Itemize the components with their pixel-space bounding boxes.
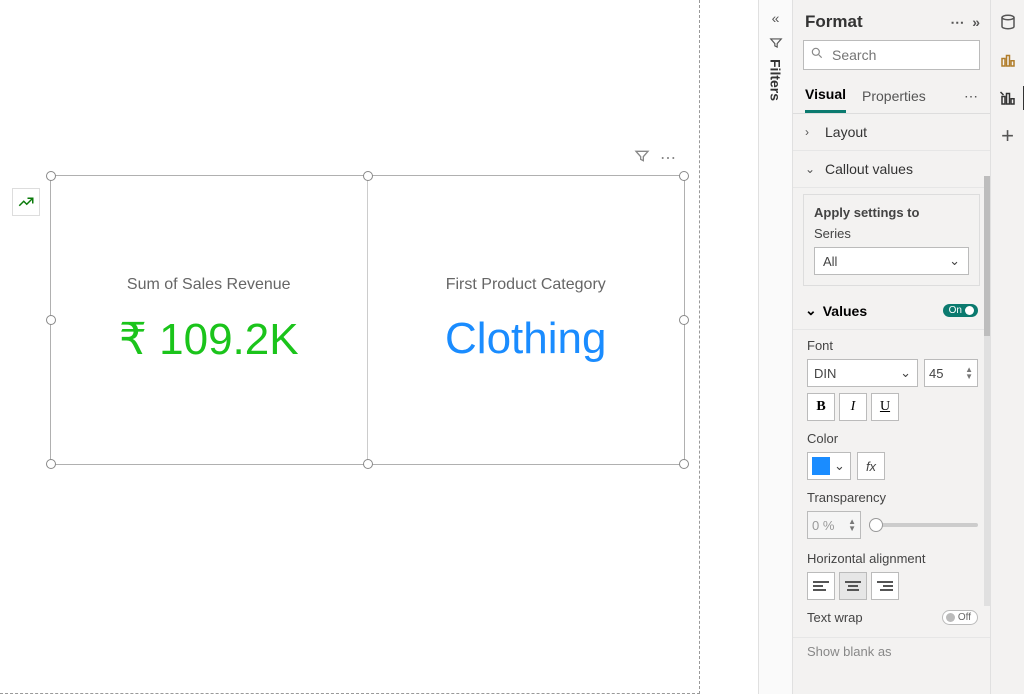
show-blank-label: Show blank as — [793, 638, 990, 665]
filters-label: Filters — [768, 59, 784, 101]
section-callout-values[interactable]: ⌄ Callout values — [793, 151, 990, 188]
resize-handle[interactable] — [46, 171, 56, 181]
apply-settings-label: Apply settings to — [814, 205, 969, 220]
report-canvas[interactable]: ⋯ Sum of Sales Revenue ₹ 109.2K First Pr… — [0, 0, 700, 694]
font-size-stepper[interactable]: 45 ▲▼ — [924, 359, 978, 387]
resize-handle[interactable] — [363, 459, 373, 469]
more-options-icon[interactable]: ⋯ — [660, 148, 676, 169]
values-toggle[interactable]: On — [943, 304, 978, 317]
card-right: First Product Category Clothing — [368, 176, 685, 464]
filter-icon[interactable] — [634, 148, 650, 169]
conditional-formatting-button[interactable]: fx — [857, 452, 885, 480]
collapse-format-icon[interactable]: » — [972, 14, 980, 30]
format-search-input[interactable] — [803, 40, 980, 70]
slider-thumb[interactable] — [869, 518, 883, 532]
format-title: Format — [805, 12, 863, 32]
chevron-down-icon: ⌄ — [834, 458, 845, 474]
right-icon-rail: + — [990, 0, 1024, 694]
font-size-value: 45 — [929, 366, 943, 381]
series-dropdown[interactable]: All ⌄ — [814, 247, 969, 275]
resize-handle[interactable] — [363, 171, 373, 181]
card-right-title: First Product Category — [446, 276, 606, 294]
section-layout[interactable]: › Layout — [793, 114, 990, 151]
transparency-label: Transparency — [807, 490, 978, 505]
transparency-input[interactable]: 0 % ▲▼ — [807, 511, 861, 539]
chevron-down-icon: ⌄ — [805, 162, 819, 176]
align-left-button[interactable] — [807, 572, 835, 600]
color-swatch — [812, 457, 830, 475]
format-search — [803, 40, 980, 70]
card-visual-selected[interactable]: ⋯ Sum of Sales Revenue ₹ 109.2K First Pr… — [50, 175, 685, 465]
data-pane-icon[interactable] — [996, 10, 1020, 34]
tabs-more-icon[interactable]: ⋯ — [964, 88, 978, 105]
transparency-slider[interactable] — [869, 523, 978, 527]
series-value: All — [823, 254, 837, 269]
add-pane-icon[interactable]: + — [996, 124, 1020, 148]
tab-properties[interactable]: Properties — [862, 82, 926, 112]
align-center-button[interactable] — [839, 572, 867, 600]
underline-button[interactable]: U — [871, 393, 899, 421]
resize-handle[interactable] — [679, 315, 689, 325]
build-pane-icon[interactable] — [996, 48, 1020, 72]
align-right-button[interactable] — [871, 572, 899, 600]
apply-settings-panel: Apply settings to Series All ⌄ — [803, 194, 980, 286]
font-family-value: DIN — [814, 366, 836, 381]
format-pane: Format ⋯ » Visual Properties ⋯ › Layout … — [792, 0, 990, 694]
resize-handle[interactable] — [46, 315, 56, 325]
funnel-icon — [769, 36, 783, 53]
toggle-off-label: Off — [958, 612, 971, 623]
card-left-value: ₹ 109.2K — [119, 314, 299, 365]
section-values-header[interactable]: ⌄ Values On — [793, 292, 990, 330]
card-right-value: Clothing — [445, 314, 606, 364]
format-more-icon[interactable]: ⋯ — [950, 14, 964, 31]
section-callout-label: Callout values — [825, 161, 913, 177]
card-left-title: Sum of Sales Revenue — [127, 276, 291, 294]
filters-pane-collapsed[interactable]: « Filters — [758, 0, 792, 694]
stepper-arrows-icon[interactable]: ▲▼ — [965, 366, 973, 380]
expand-filters-icon[interactable]: « — [772, 10, 780, 26]
stepper-arrows-icon[interactable]: ▲▼ — [848, 518, 856, 532]
textwrap-label: Text wrap — [807, 610, 863, 625]
color-label: Color — [807, 431, 978, 446]
font-family-dropdown[interactable]: DIN ⌄ — [807, 359, 918, 387]
chevron-right-icon: › — [805, 125, 819, 139]
font-label: Font — [807, 338, 978, 353]
search-icon — [810, 46, 824, 63]
section-layout-label: Layout — [825, 124, 867, 140]
values-panel: Font DIN ⌄ 45 ▲▼ B I U Color — [793, 330, 990, 638]
resize-handle[interactable] — [46, 459, 56, 469]
tab-visual[interactable]: Visual — [805, 80, 846, 113]
color-picker[interactable]: ⌄ — [807, 452, 851, 480]
resize-handle[interactable] — [679, 171, 689, 181]
resize-handle[interactable] — [679, 459, 689, 469]
card-left: Sum of Sales Revenue ₹ 109.2K — [51, 176, 368, 464]
toggle-on-label: On — [949, 305, 962, 316]
transparency-value: 0 % — [812, 518, 834, 533]
series-label: Series — [814, 226, 969, 241]
section-values-label: Values — [823, 303, 867, 319]
halign-label: Horizontal alignment — [807, 551, 978, 566]
bold-button[interactable]: B — [807, 393, 835, 421]
format-pane-icon[interactable] — [996, 86, 1020, 110]
chevron-down-icon: ⌄ — [949, 253, 960, 269]
chevron-down-icon: ⌄ — [805, 302, 817, 319]
format-painter-icon[interactable] — [12, 188, 40, 216]
italic-button[interactable]: I — [839, 393, 867, 421]
chevron-down-icon: ⌄ — [900, 365, 911, 381]
textwrap-toggle[interactable]: Off — [942, 610, 978, 625]
